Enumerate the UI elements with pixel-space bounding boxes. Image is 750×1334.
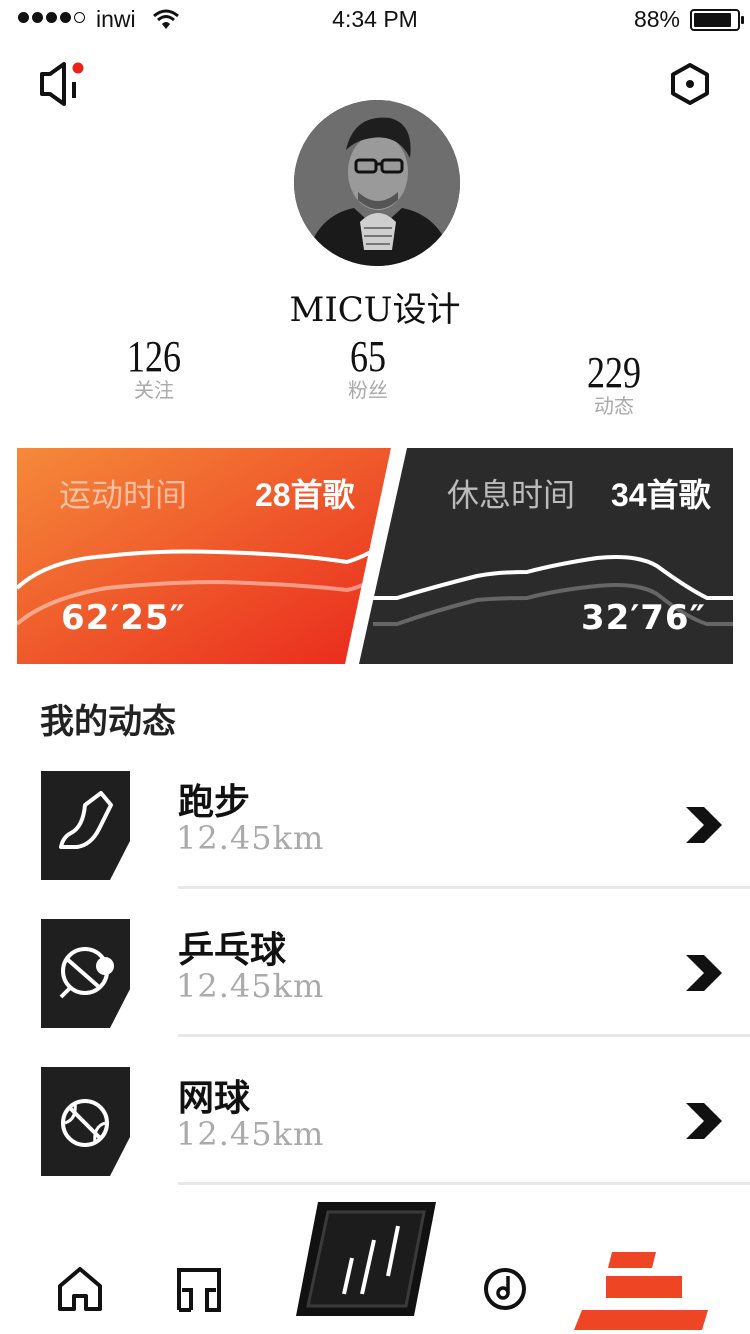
profile-name: MICU设计 (289, 290, 461, 330)
feed-item-distance: 12.45km (176, 1115, 325, 1153)
chevron-right-icon[interactable] (684, 955, 724, 991)
fans-count: 65 (349, 332, 387, 381)
feed-item-running[interactable]: 跑步 12.45km (0, 771, 750, 911)
status-bar: inwi 4:34 PM 88% (0, 0, 750, 40)
posts-count: 229 (586, 348, 642, 397)
notification-dot (72, 62, 84, 74)
feed-item-title: 网球 (178, 1077, 251, 1118)
feed-divider (178, 1034, 750, 1037)
tab-bar (0, 1196, 750, 1334)
battery-icon (690, 9, 744, 31)
stat-posts[interactable]: 229 动态 (534, 348, 694, 419)
feed-divider (178, 1182, 750, 1185)
time-cards: 运动时间 28首歌 62′25″ 休息时间 34首歌 32′76″ (17, 448, 733, 664)
headphones-icon[interactable] (176, 1266, 222, 1312)
feed-item-ping-pong[interactable]: 乒乓球 12.45km (0, 919, 750, 1059)
center-play-icon[interactable] (294, 1200, 438, 1318)
rest-duration: 32′76″ (581, 598, 706, 638)
stat-following[interactable]: 126 关注 (74, 332, 234, 403)
avatar-portrait (294, 100, 460, 266)
feed-divider (178, 886, 750, 889)
avatar[interactable] (294, 100, 460, 266)
stat-fans[interactable]: 65 粉丝 (288, 332, 448, 403)
profile-stack-icon[interactable] (572, 1252, 714, 1332)
ping-pong-icon (41, 919, 130, 1028)
feed-item-title: 跑步 (178, 781, 251, 822)
feed-item-title: 乒乓球 (178, 929, 287, 970)
rest-title: 休息时间 (447, 477, 576, 513)
chevron-right-icon[interactable] (684, 1103, 724, 1139)
shoe-icon (41, 771, 130, 880)
feed-item-tennis[interactable]: 网球 12.45km (0, 1067, 750, 1207)
speaker-icon[interactable] (38, 60, 88, 110)
music-disc-icon[interactable] (482, 1266, 528, 1312)
feed-item-distance: 12.45km (176, 967, 325, 1005)
battery-level-fill (694, 13, 731, 27)
chevron-right-icon[interactable] (684, 807, 724, 843)
feed-section-title: 我的动态 (40, 703, 176, 741)
feed-item-distance: 12.45km (176, 819, 325, 857)
settings-hexagon-icon[interactable] (668, 62, 712, 106)
exercise-title: 运动时间 (59, 477, 188, 513)
posts-label: 动态 (594, 396, 634, 418)
home-icon[interactable] (56, 1266, 104, 1312)
battery-percent: 88% (633, 6, 680, 32)
rest-songs: 34首歌 (611, 477, 711, 513)
exercise-songs: 28首歌 (255, 477, 355, 513)
exercise-duration: 62′25″ (61, 598, 186, 638)
tennis-ball-icon (41, 1067, 130, 1176)
fans-label: 粉丝 (348, 380, 388, 402)
following-count: 126 (126, 332, 182, 381)
following-label: 关注 (134, 380, 174, 402)
